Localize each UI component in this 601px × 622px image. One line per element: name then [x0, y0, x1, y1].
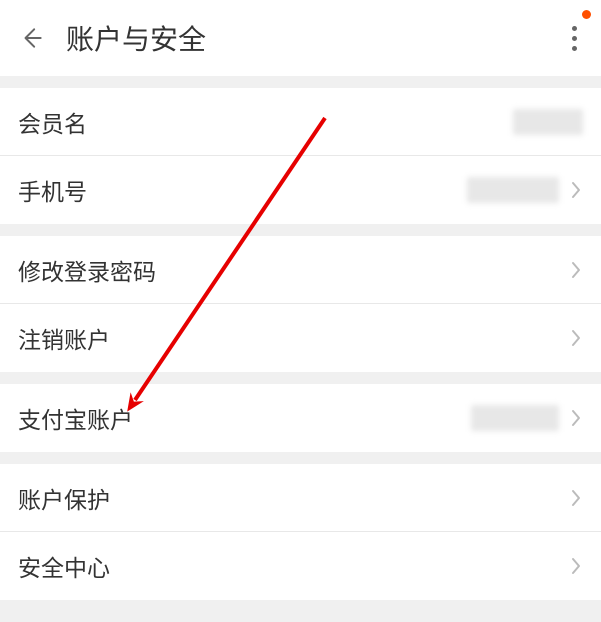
row-label: 安全中心 [18, 549, 110, 583]
row-change-password[interactable]: 修改登录密码 [0, 236, 601, 304]
row-delete-account[interactable]: 注销账户 [0, 304, 601, 372]
more-dot-icon [572, 26, 577, 31]
row-alipay-account[interactable]: 支付宝账户 [0, 384, 601, 452]
member-name-value-blurred [513, 109, 583, 135]
row-label: 注销账户 [18, 321, 110, 355]
chevron-right-icon [569, 179, 583, 201]
row-label: 支付宝账户 [18, 401, 133, 435]
row-phone[interactable]: 手机号 [0, 156, 601, 224]
settings-group: 账户保护 安全中心 [0, 464, 601, 600]
phone-value-blurred [467, 177, 559, 203]
chevron-right-icon [569, 407, 583, 429]
row-member-name: 会员名 [0, 88, 601, 156]
chevron-right-icon [569, 487, 583, 509]
row-label: 会员名 [18, 105, 87, 139]
chevron-right-icon [569, 327, 583, 349]
back-button[interactable] [12, 18, 52, 58]
header: 账户与安全 [0, 0, 601, 76]
more-dot-icon [572, 36, 577, 41]
more-dot-icon [572, 46, 577, 51]
chevron-right-icon [569, 555, 583, 577]
back-arrow-icon [19, 25, 45, 51]
settings-group: 会员名 手机号 [0, 88, 601, 224]
row-label: 手机号 [18, 173, 87, 207]
row-label: 修改登录密码 [18, 253, 156, 287]
row-label: 账户保护 [18, 481, 110, 515]
notification-dot-icon [582, 10, 591, 19]
settings-group: 支付宝账户 [0, 384, 601, 452]
alipay-value-blurred [471, 405, 559, 431]
chevron-right-icon [569, 259, 583, 281]
settings-group: 修改登录密码 注销账户 [0, 236, 601, 372]
more-button[interactable] [559, 18, 589, 58]
page-title: 账户与安全 [66, 18, 206, 58]
row-security-center[interactable]: 安全中心 [0, 532, 601, 600]
row-account-protection[interactable]: 账户保护 [0, 464, 601, 532]
